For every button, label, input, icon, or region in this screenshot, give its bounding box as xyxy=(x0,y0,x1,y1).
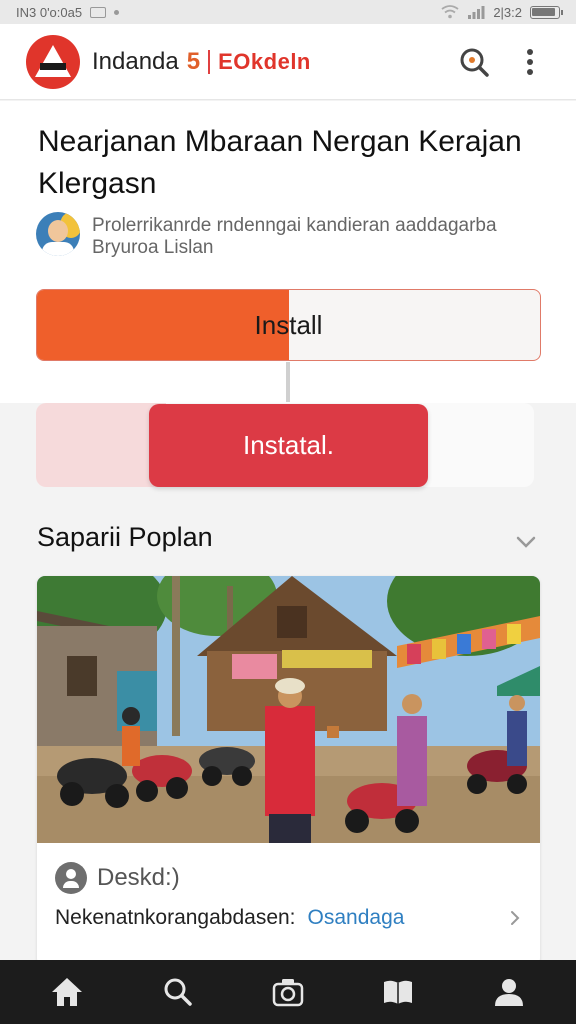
avatar-face xyxy=(48,220,68,242)
content-card[interactable]: Deskd:) Nekenatnkorangabdasen: Osandaga xyxy=(37,576,540,966)
notification-dot-icon xyxy=(114,9,120,15)
profile-icon xyxy=(494,979,523,1006)
camera-icon xyxy=(272,979,304,1007)
battery-icon xyxy=(530,5,563,19)
wifi-icon xyxy=(441,5,459,19)
chevron-down-icon xyxy=(516,536,536,548)
search-icon xyxy=(460,48,489,77)
app-logo[interactable] xyxy=(26,34,80,89)
section-expand-button[interactable] xyxy=(514,530,538,554)
user-icon xyxy=(55,862,87,894)
card-meta-label: Deskd:) xyxy=(97,864,180,891)
author-avatar[interactable] xyxy=(36,212,80,256)
logo-band xyxy=(40,62,66,70)
bottom-nav xyxy=(0,960,576,1024)
app-brand: EOkdeln xyxy=(218,48,311,74)
search-icon xyxy=(164,978,192,1006)
home-icon xyxy=(52,978,83,1006)
status-bar: IN3 0'o:0a5 2|3:2 xyxy=(0,0,576,24)
card-link-row[interactable]: Nekenatnkorangabdasen: Osandaga xyxy=(55,906,525,930)
secondary-install-button[interactable]: Instatal. xyxy=(149,404,428,487)
nav-profile[interactable] xyxy=(479,960,539,1024)
nav-search[interactable] xyxy=(148,960,208,1024)
card-photo[interactable] xyxy=(37,576,540,843)
status-time: IN3 0'o:0a5 xyxy=(16,4,83,20)
signal-icon xyxy=(468,6,485,19)
logo-triangle xyxy=(35,44,71,77)
connector-line xyxy=(286,362,290,402)
status-right: 2|3:2 xyxy=(441,4,563,20)
author-description: Prolerrikanrde rndenngai kandieran aadda… xyxy=(92,215,497,258)
hero-section: Nearjanan Mbaraan Nergan Kerajan Klergas… xyxy=(0,101,576,403)
nav-library[interactable] xyxy=(368,960,428,1024)
card-meta: Deskd:) xyxy=(55,862,180,894)
install-button[interactable]: Install xyxy=(36,289,541,361)
nav-home[interactable] xyxy=(37,960,97,1024)
mail-icon xyxy=(90,6,107,18)
card-link-accent[interactable]: Osandaga xyxy=(308,906,405,930)
book-icon xyxy=(384,980,413,1004)
card-link-text: Nekenatnkorangabdasen: xyxy=(55,906,296,929)
avatar-body xyxy=(42,242,74,256)
section-title: Saparii Poplan xyxy=(37,522,213,552)
app-number: 5 xyxy=(186,47,201,75)
status-clock: 2|3:2 xyxy=(493,4,522,20)
more-vert-icon xyxy=(527,48,533,75)
app-name: Indanda xyxy=(92,47,179,75)
install-label: Install xyxy=(254,309,323,340)
secondary-panel-tint xyxy=(36,403,166,487)
search-button[interactable] xyxy=(454,42,494,82)
battery-level xyxy=(532,7,555,16)
nav-camera[interactable] xyxy=(258,960,318,1024)
page-title: Nearjanan Mbaraan Nergan Kerajan Klergas… xyxy=(38,125,522,200)
app-header: Indanda 5 EOkdeln xyxy=(0,24,576,100)
header-divider xyxy=(208,49,211,74)
status-left: IN3 0'o:0a5 xyxy=(16,4,120,20)
more-options-button[interactable] xyxy=(510,42,550,82)
chevron-right-icon xyxy=(505,906,525,930)
